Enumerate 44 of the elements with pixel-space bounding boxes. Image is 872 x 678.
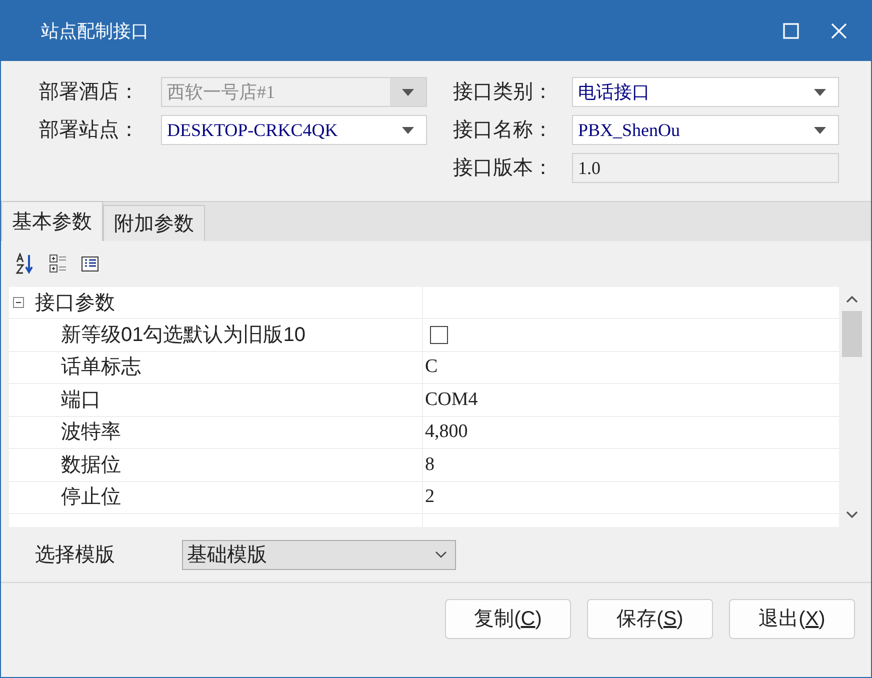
tab[interactable]: 附加参数 <box>103 205 205 241</box>
field-label: 接口名称： <box>453 118 554 143</box>
scroll-up-icon[interactable] <box>846 295 858 303</box>
dropdown-field[interactable]: PBX_ShenOu <box>572 115 839 145</box>
maximize-icon[interactable] <box>783 23 799 39</box>
dropdown-arrow-icon <box>402 126 414 134</box>
chevron-down-icon <box>435 551 447 558</box>
property-name: 数据位 <box>61 452 121 478</box>
dropdown-field[interactable]: DESKTOP-CRKC4QK <box>161 115 427 145</box>
property-value: 4,800 <box>425 420 468 444</box>
property-name: 话单标志 <box>61 355 141 380</box>
property-name: 新等级01勾选默认为旧版10 <box>61 322 306 348</box>
categorized-view-icon[interactable] <box>49 254 67 274</box>
property-value: COM4 <box>425 388 478 412</box>
property-list-icon[interactable] <box>81 256 99 272</box>
field-label: 部署站点： <box>39 118 140 143</box>
property-value: 8 <box>425 452 434 476</box>
field-label: 部署酒店： <box>39 80 140 105</box>
checkbox[interactable] <box>430 326 448 344</box>
property-name: 端口 <box>61 388 101 413</box>
readonly-field[interactable]: 1.0 <box>572 153 839 183</box>
dialog-button[interactable]: 退出(X) <box>729 599 855 639</box>
collapse-icon[interactable] <box>13 297 24 308</box>
property-value: 2 <box>425 485 434 509</box>
property-value: C <box>425 355 438 379</box>
scrollbar-thumb[interactable] <box>842 311 862 357</box>
close-icon[interactable] <box>831 23 847 39</box>
tab[interactable]: 基本参数 <box>1 201 103 241</box>
scroll-down-icon[interactable] <box>846 511 858 519</box>
dialog-button[interactable]: 保存(S) <box>587 599 713 639</box>
dialog-button[interactable]: 复制(C) <box>445 599 571 639</box>
property-name: 停止位 <box>61 485 121 510</box>
window-title: 站点配制接口 <box>41 20 150 42</box>
dropdown-arrow-icon <box>814 88 826 96</box>
field-label: 接口类别： <box>453 80 554 105</box>
dropdown-arrow-icon <box>814 126 826 134</box>
template-dropdown[interactable]: 基础模版 <box>182 540 456 570</box>
template-label: 选择模版 <box>35 542 116 568</box>
property-name: 波特率 <box>61 420 121 446</box>
category-label: 接口参数 <box>35 290 115 316</box>
field-label: 接口版本： <box>453 156 554 181</box>
dropdown-field[interactable]: 电话接口 <box>572 77 839 107</box>
dropdown-arrow-icon <box>402 88 414 96</box>
sort-alphabetical-icon[interactable] <box>15 253 35 275</box>
